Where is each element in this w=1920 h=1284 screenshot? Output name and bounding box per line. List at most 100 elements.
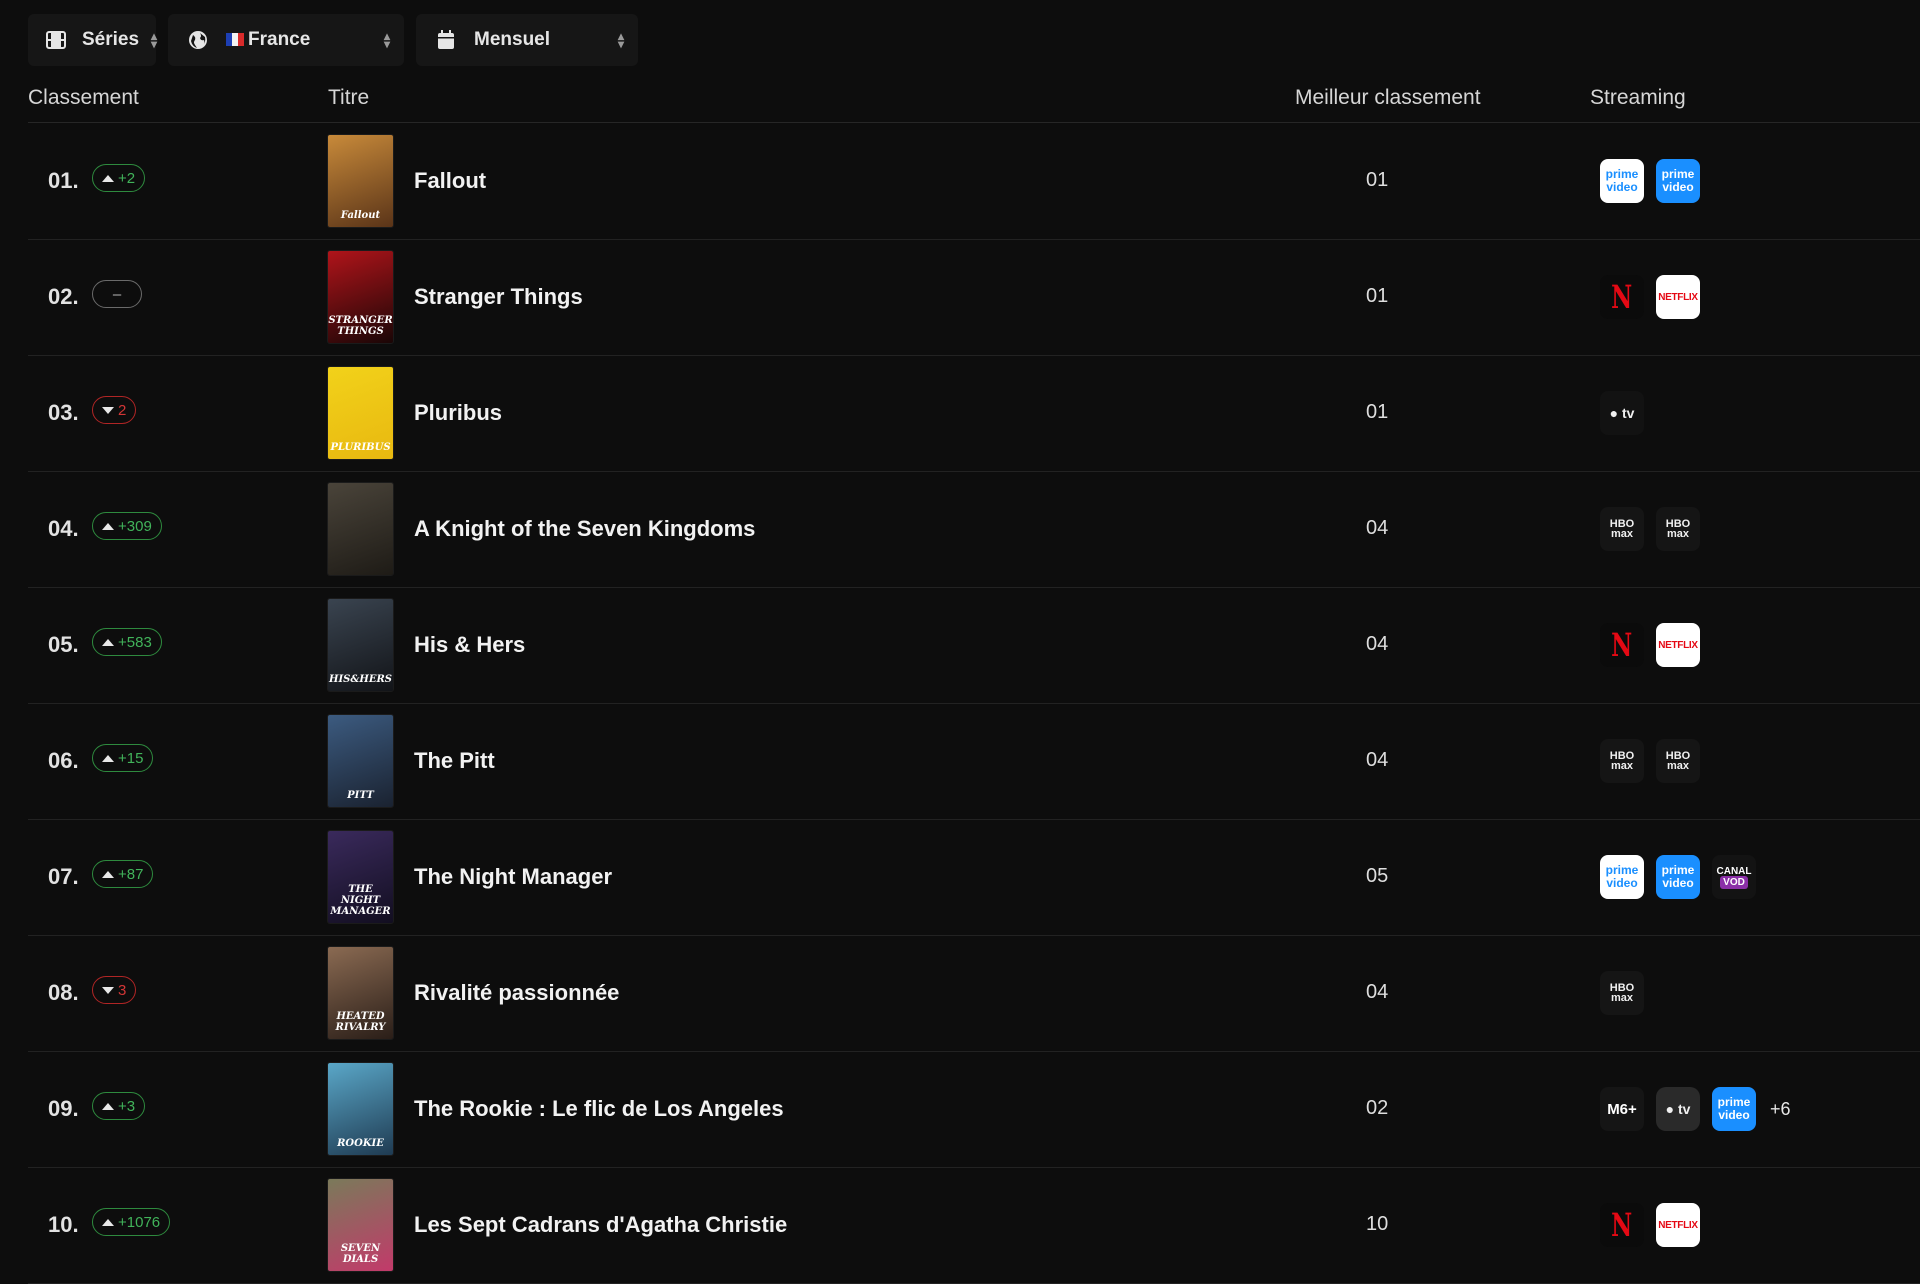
table-row[interactable]: 06. +15 PITT The Pitt 04 HBO max HBO max [28,704,1920,820]
arrow-up-icon [102,174,114,182]
arrow-down-icon [102,406,114,414]
column-title: Titre [328,86,370,109]
show-title[interactable]: Pluribus [414,400,502,426]
netflix-logo: N [1611,1206,1633,1244]
prime-ch-service-icon[interactable]: prime video [1712,1087,1756,1131]
rank-change-badge: +15 [92,744,154,772]
rank-change-value: +2 [118,169,136,187]
best-rank: 04 [1366,981,1389,1003]
rank-number: 10. [48,1212,79,1237]
country-select[interactable]: France ▴ ▾ [168,14,404,66]
more-services-count[interactable]: +6 [1770,1099,1791,1120]
poster-text: PITT [347,790,374,801]
table-header: Classement Titre Meilleur classement Str… [28,78,1920,123]
poster-image[interactable]: PITT [328,715,393,807]
show-title[interactable]: Stranger Things [414,284,583,310]
appletv-service-icon[interactable]: ● tv [1600,391,1644,435]
poster-image[interactable]: Fallout [328,135,393,227]
show-title[interactable]: A Knight of the Seven Kingdoms [414,516,755,542]
film-icon [46,28,66,52]
streaming-services: M6+ ● tv prime video +6 [1600,1087,1791,1131]
arrow-up-icon [102,1218,114,1226]
netflix-service-icon[interactable]: N [1600,275,1644,319]
table-row[interactable]: 07. +87 THE NIGHT MANAGER The Night Manager… [28,820,1920,936]
netflix-logo: NETFLIX [1658,1219,1698,1231]
prime-ch-service-icon[interactable]: prime video [1656,855,1700,899]
netflix-service-icon[interactable]: N [1600,623,1644,667]
rank-number: 02. [48,284,79,309]
streaming-services: HBO max HBO max [1600,507,1700,551]
prime-video-logo: prime video [1717,1095,1751,1122]
rank-change-badge: 2 [92,396,137,424]
best-rank: 01 [1366,285,1389,307]
show-title[interactable]: The Rookie : Le flic de Los Angeles [414,1096,784,1122]
table-row[interactable]: 03. 2 PLURIBUS Pluribus 01 ● tv [28,356,1920,472]
period-select[interactable]: Mensuel ▴ ▾ [416,14,638,66]
category-select[interactable]: Séries ▴ ▾ [28,14,158,66]
poster-image[interactable]: PLURIBUS [328,367,393,459]
hbo-service-icon[interactable]: HBO max [1600,739,1644,783]
rank-change-value: +87 [118,865,144,883]
best-rank: 04 [1366,517,1389,539]
table-row[interactable]: 01. +2 Fallout Fallout 01 prime video prime vide… [28,124,1920,240]
hbo-max-logo: HBO max [1665,518,1691,540]
show-title[interactable]: His & Hers [414,632,525,658]
netflix-logo: N [1611,278,1633,316]
poster-image[interactable] [328,483,393,575]
table-row[interactable]: 04. +309 A Knight of the Seven Kingdoms 04 H… [28,472,1920,588]
rank-change-badge: +309 [92,512,162,540]
arrow-up-icon [102,754,114,762]
show-title[interactable]: Les Sept Cadrans d'Agatha Christie [414,1212,787,1238]
category-label: Séries [82,29,140,50]
m6-service-icon[interactable]: M6+ [1600,1087,1644,1131]
poster-text: THE NIGHT MANAGER [330,884,391,917]
arrow-up-icon [102,522,114,530]
rank-number: 03. [48,400,79,425]
streaming-services: prime video prime video [1600,159,1700,203]
table-row[interactable]: 09. +3 ROOKIE The Rookie : Le flic de Los A… [28,1052,1920,1168]
netflix-logo: N [1611,626,1633,664]
best-rank: 04 [1366,749,1389,771]
sort-caret-icon: ▴ ▾ [151,29,158,51]
period-label: Mensuel [474,29,551,50]
netflix-ads-service-icon[interactable]: NETFLIX [1656,623,1700,667]
poster-image[interactable]: STRANGER THINGS [328,251,393,343]
prime-video-logo: prime video [1661,863,1695,890]
netflix-ads-service-icon[interactable]: NETFLIX [1656,275,1700,319]
poster-text: HEATED RIVALRY [335,1011,386,1033]
netflix-ads-service-icon[interactable]: NETFLIX [1656,1203,1700,1247]
prime-service-icon[interactable]: prime video [1600,159,1644,203]
streaming-services: N NETFLIX [1600,275,1700,319]
hbo-ch-service-icon[interactable]: HBO max [1656,739,1700,783]
prime-service-icon[interactable]: prime video [1600,855,1644,899]
show-title[interactable]: Fallout [414,168,486,194]
rank-change-badge: +87 [92,860,154,888]
poster-image[interactable]: HIS&HERS [328,599,393,691]
show-title[interactable]: Rivalité passionnée [414,980,619,1006]
show-title[interactable]: The Pitt [414,748,495,774]
arrow-up-icon [102,870,114,878]
appletv-ch-service-icon[interactable]: ● tv [1656,1087,1700,1131]
hbo-service-icon[interactable]: HBO max [1600,507,1644,551]
canal-service-icon[interactable]: CANAL VOD [1712,855,1756,899]
netflix-service-icon[interactable]: N [1600,1203,1644,1247]
rank-number: 07. [48,864,79,889]
poster-image[interactable]: HEATED RIVALRY [328,947,393,1039]
poster-image[interactable]: THE NIGHT MANAGER [328,831,393,923]
rank-change-value: +15 [118,749,144,767]
best-rank: 01 [1366,401,1389,423]
poster-image[interactable]: ROOKIE [328,1063,393,1155]
hbo-ch-service-icon[interactable]: HBO max [1656,507,1700,551]
table-row[interactable]: 05. +583 HIS&HERS His & Hers 04 N NETFLIX [28,588,1920,704]
hbo-service-icon[interactable]: HBO max [1600,971,1644,1015]
poster-text: SEVEN DIALS [340,1243,381,1265]
rank-change-value: +1076 [118,1213,161,1231]
table-row[interactable]: 08. 3 HEATED RIVALRY Rivalité passionnée 04 H… [28,936,1920,1052]
france-flag-icon [226,33,244,46]
table-row[interactable]: 02. – STRANGER THINGS Stranger Things 01 N NET… [28,240,1920,356]
table-row[interactable]: 10. +1076 SEVEN DIALS Les Sept Cadrans d'Ag… [28,1168,1920,1284]
prime-ch-service-icon[interactable]: prime video [1656,159,1700,203]
poster-image[interactable]: SEVEN DIALS [328,1179,393,1271]
show-title[interactable]: The Night Manager [414,864,612,890]
rank-change-value: +583 [118,633,152,651]
